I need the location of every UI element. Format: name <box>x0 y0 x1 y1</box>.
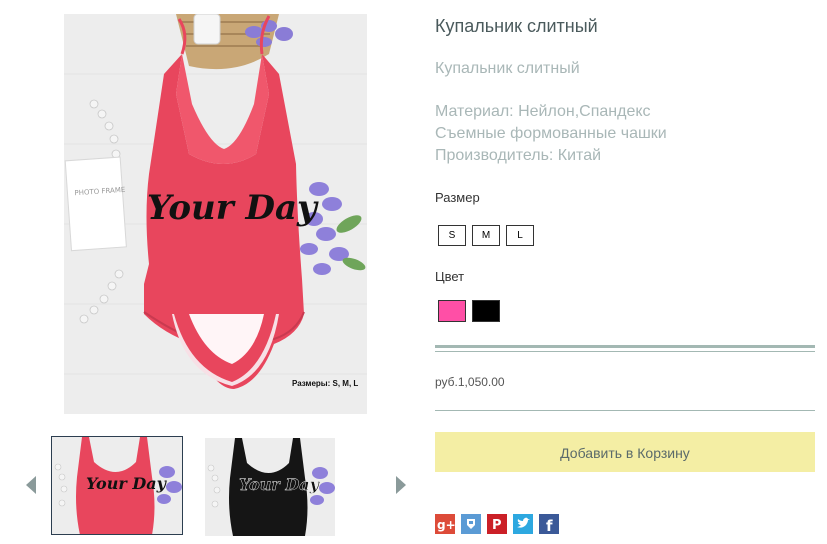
swimsuit-photo: PHOTO FRAME Your Day Размеры: S, M, L <box>64 13 367 414</box>
thumbnail-black-brand: Your Day <box>239 475 321 494</box>
svg-text:f: f <box>546 517 553 534</box>
main-product-image[interactable]: PHOTO FRAME Your Day Размеры: S, M, L <box>64 13 367 414</box>
product-price: руб.1,050.00 <box>435 375 505 389</box>
gallery-thumbnail-pink[interactable]: Your Day <box>51 436 183 535</box>
product-description-line: Материал: Нейлон,Спандекс <box>435 103 651 120</box>
color-label: Цвет <box>435 269 465 284</box>
brand-watermark: Your Day <box>147 188 319 228</box>
thumbnail-black-image: Your Day <box>205 438 335 536</box>
gallery-prev-arrow-icon[interactable] <box>26 476 36 494</box>
product-description-line: Производитель: Китай <box>435 147 602 164</box>
size-option-m[interactable]: M <box>472 225 500 246</box>
gallery-next-arrow-icon[interactable] <box>396 476 406 494</box>
size-option-l[interactable]: L <box>506 225 534 246</box>
add-to-cart-button[interactable]: Добавить в Корзину <box>435 432 815 472</box>
gallery-thumbnail-black[interactable]: Your Day <box>204 437 336 537</box>
product-title: Купальник слитный <box>435 16 598 36</box>
size-label: Размер <box>435 190 480 205</box>
facebook-icon[interactable]: f <box>539 514 559 535</box>
color-swatch-black[interactable] <box>472 300 500 322</box>
color-swatch-pink[interactable] <box>438 300 466 322</box>
twitter-icon[interactable] <box>513 514 533 534</box>
divider <box>435 351 815 352</box>
sizes-caption: Размеры: S, M, L <box>292 379 358 388</box>
google-plus-icon[interactable]: g+ <box>435 514 456 534</box>
product-description-line: Съемные формованные чашки <box>435 125 667 142</box>
svg-text:P: P <box>492 518 502 533</box>
odnoklassniki-icon[interactable] <box>461 514 481 534</box>
product-subtitle: Купальник слитный <box>435 60 580 77</box>
thumbnail-pink-brand: Your Day <box>86 474 168 493</box>
divider <box>435 410 815 411</box>
svg-text:g+: g+ <box>437 518 455 532</box>
size-option-s[interactable]: S <box>438 225 466 246</box>
divider <box>435 345 815 348</box>
pinterest-icon[interactable]: P <box>487 514 507 534</box>
thumbnail-pink-image: Your Day <box>52 437 182 534</box>
